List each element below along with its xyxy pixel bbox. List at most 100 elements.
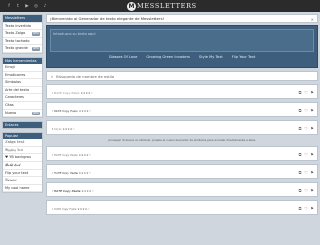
search-placeholder: Búsqueda de nombre de estilo [56,73,115,79]
favorite-icon[interactable]: ♡ [304,170,308,175]
sidebar-item-symbols[interactable]: Símbolos [3,79,42,87]
flip-your-text-button[interactable]: Flip Your Text [232,55,256,59]
youtube-icon[interactable]: ▶ [25,4,29,9]
logo-mark-icon: M [127,1,136,11]
sidebar-item-messletters[interactable]: Messletters [3,15,42,23]
report-icon[interactable]: ⚑ [310,170,314,175]
sidebar-item-upside-down[interactable]: Texto invertido [3,23,42,31]
style-buttons: Glasses Of Love Growing Green Invaders S… [50,55,314,59]
sidebar-item-label: Citas [5,102,14,107]
trending-item[interactable]: 𝔅𝔦𝔤𝔤𝔦𝔫𝔤 𝔗𝔢𝔵𝔱 [3,147,42,155]
result-row[interactable]: ℹ 𝕊𝕥𝕪𝕝𝕖 ★★★★☆ ⧉ ♡ ⚑ [46,120,318,135]
favorite-icon[interactable]: ♡ [304,108,308,113]
report-icon[interactable]: ⚑ [310,126,314,131]
result-actions: ⧉ ♡ ⚑ [298,188,314,193]
copy-icon[interactable]: ⧉ [298,206,302,211]
trending-item[interactable]: Flip your text [3,170,42,178]
sidebar-item-characters[interactable]: Caracteres [3,94,42,102]
result-text[interactable]: I 𝐻𝐴𝑇𝐸 𝐶𝑜𝑝𝑦 𝑃𝑎𝑠𝑡𝑒 ★★★★☆ [52,207,90,211]
sidebar-trending-panel: Popular ℤ𝕒𝕝𝕘𝕠 𝕥𝕖𝕩𝕥 𝔅𝔦𝔤𝔤𝔦𝔫𝔤 𝔗𝔢𝔵𝔱 ♥ YB bac… [2,132,43,194]
copy-icon[interactable]: ⧉ [298,126,302,131]
result-row[interactable]: I 𝖧𝖠𝖳𝖤 𝖢𝗈𝗉𝗒 𝖯𝖺𝗌𝗍𝖾 ★★★★☆ ⧉ ♡ ⚑ [46,146,318,161]
style-my-text-button[interactable]: Style My Text [199,55,223,59]
trending-item[interactable]: 𝓑𝓸𝓵𝓭 𝓽𝓮𝔁𝓽 [3,162,42,170]
facebook-icon[interactable]: f [7,4,11,9]
welcome-text: ¡Bienvenido al Generador de texto elegan… [50,16,165,21]
copy-icon[interactable]: ⧉ [298,152,302,157]
instagram-icon[interactable]: ◎ [34,4,38,9]
sidebar-item-label: Emoji [5,64,15,69]
sidebar-item-text-art[interactable]: Arte del texto [3,87,42,95]
twitter-icon[interactable]: t [16,4,20,9]
result-text[interactable]: I 𝙃𝘼𝙏𝙀 𝘾𝙤𝙥𝙮 𝙋𝙖𝙨𝙩𝙚 ★★★★☆ [52,189,94,193]
sidebar-item-zalgo[interactable]: Texto Zalgo NEW [3,30,42,38]
result-actions: ⧉ ♡ ⚑ [298,90,314,95]
site-logo[interactable]: M MESSLETTERS [127,1,207,11]
trending-item[interactable]: 𝒞𝓊𝓇𝓈𝒾𝓋𝑒 [3,177,42,185]
result-actions: ⧉ ♡ ⚑ [298,152,314,157]
sidebar-links-panel: Enlaces [2,121,43,130]
sidebar-item-label: Texto tachado [5,38,30,43]
sidebar-item-big-text[interactable]: Texto grande NEW [3,45,42,53]
result-row[interactable]: I 𝐇𝐀𝐓𝐄 𝐂𝐨𝐩𝐲 𝐏𝐚𝐬𝐭𝐞 ★★★★☆ ⧉ ♡ ⚑ [46,102,318,117]
report-icon[interactable]: ⚑ [310,108,314,113]
result-text[interactable]: I 𝘏𝘈𝘛𝘌 𝘊𝘰𝘱𝘺 𝘗𝘢𝘴𝘵𝘦 ★★★★☆ [52,171,91,175]
copy-icon[interactable]: ⧉ [298,188,302,193]
trending-item[interactable]: My cool name [3,185,42,193]
sidebar-tools-panel: Más herramientas Emoji Emoticones Símbol… [2,56,43,119]
sidebar-item-label: Texto Zalgo [5,31,26,36]
result-actions: ⧉ ♡ ⚑ [298,126,314,131]
favorite-icon[interactable]: ♡ [304,152,308,157]
sidebar-item-label: Emoticones [5,72,26,77]
new-badge: NEW [32,47,40,51]
text-input-panel: Introduzca su texto aquí Glasses Of Love… [46,25,318,68]
result-text[interactable]: I 𝐇𝐀𝐓𝐄 𝐂𝐨𝐩𝐲 𝐏𝐚𝐬𝐭𝐞 ★★★★☆ [52,109,91,113]
report-icon[interactable]: ⚑ [310,206,314,211]
sidebar-item-label: Nuevo [5,110,17,115]
result-text[interactable]: I 𝖧𝖠𝖳𝖤 𝖢𝗈𝗉𝗒 𝖯𝖺𝗌𝗍𝖾 ★★★★☆ [52,153,91,157]
favorite-icon[interactable]: ♡ [304,90,308,95]
trending-item[interactable]: ℤ𝕒𝕝𝕘𝕠 𝕥𝕖𝕩𝕥 [3,139,42,147]
copy-icon[interactable]: ⧉ [298,108,302,113]
sidebar-item-emoji[interactable]: Emoji [3,64,42,72]
tiktok-icon[interactable]: ♪ [43,4,47,9]
style-search-field[interactable]: ⌕ Búsqueda de nombre de estilo [46,71,318,81]
main-content: ¡Bienvenido al Generador de texto elegan… [46,14,318,215]
result-text[interactable]: ℹ 𝕊𝕥𝕪𝕝𝕖 ★★★★☆ [52,127,75,131]
social-links: f t ▶ ◎ ♪ [7,4,47,9]
growing-green-invaders-button[interactable]: Growing Green Invaders [146,55,190,59]
result-row[interactable]: I 𝐻𝐴𝑇𝐸 𝐶𝑜𝑝𝑦 𝑃𝑎𝑠𝑡𝑒 ★★★★☆ ⧉ ♡ ⚑ [46,200,318,215]
report-icon[interactable]: ⚑ [310,90,314,95]
sidebar-item-label: Arte del texto [5,87,29,92]
favorite-icon[interactable]: ♡ [304,206,308,211]
links-header: Enlaces [3,122,42,129]
sidebar-item-label: Símbolos [5,80,21,85]
report-icon[interactable]: ⚑ [310,188,314,193]
sidebar-item-label: Texto grande [5,46,28,51]
result-row[interactable]: I 𝙃𝘼𝙏𝙀 𝘾𝙤𝙥𝙮 𝙋𝙖𝙨𝙩𝙚 ★★★★☆ ⧉ ♡ ⚑ [46,182,318,197]
search-icon: ⌕ [51,73,54,79]
result-row[interactable]: I ℍ𝔸𝕋𝔼 ℂ𝕠𝕡𝕪 ℙ𝕒𝕤𝕥𝕖 ★★★★☆ ⧉ ♡ ⚑ [46,84,318,99]
favorite-icon[interactable]: ♡ [304,188,308,193]
sidebar-item-label: Caracteres [5,95,24,100]
welcome-banner: ¡Bienvenido al Generador de texto elegan… [46,14,318,23]
tip-notice: ¡Consejo! Si busca un símbolo, pruebe el… [108,138,256,142]
result-row[interactable]: I 𝘏𝘈𝘛𝘌 𝘊𝘰𝘱𝘺 𝘗𝘢𝘴𝘵𝘦 ★★★★☆ ⧉ ♡ ⚑ [46,164,318,179]
sidebar-item-new[interactable]: Nuevo NEW [3,110,42,118]
sidebar-main-panel: Messletters Texto invertido Texto Zalgo N… [2,14,43,54]
sidebar-item-strikethrough[interactable]: Texto tachado [3,38,42,46]
trending-item[interactable]: ♥ YB backgrou [3,154,42,162]
favorite-icon[interactable]: ♡ [304,126,308,131]
result-actions: ⧉ ♡ ⚑ [298,108,314,113]
close-icon[interactable]: × [311,17,314,22]
report-icon[interactable]: ⚑ [310,152,314,157]
copy-icon[interactable]: ⧉ [298,170,302,175]
sidebar-item-quotes[interactable]: Citas [3,102,42,110]
sidebar-item-emoticons[interactable]: Emoticones [3,72,42,80]
result-text[interactable]: I ℍ𝔸𝕋𝔼 ℂ𝕠𝕡𝕪 ℙ𝕒𝕤𝕥𝕖 ★★★★☆ [52,91,93,95]
glasses-of-love-button[interactable]: Glasses Of Love [109,55,138,59]
copy-icon[interactable]: ⧉ [298,90,302,95]
logo-text: MESSLETTERS [137,2,197,10]
new-badge: NEW [32,32,40,36]
text-input[interactable]: Introduzca su texto aquí [50,29,314,52]
